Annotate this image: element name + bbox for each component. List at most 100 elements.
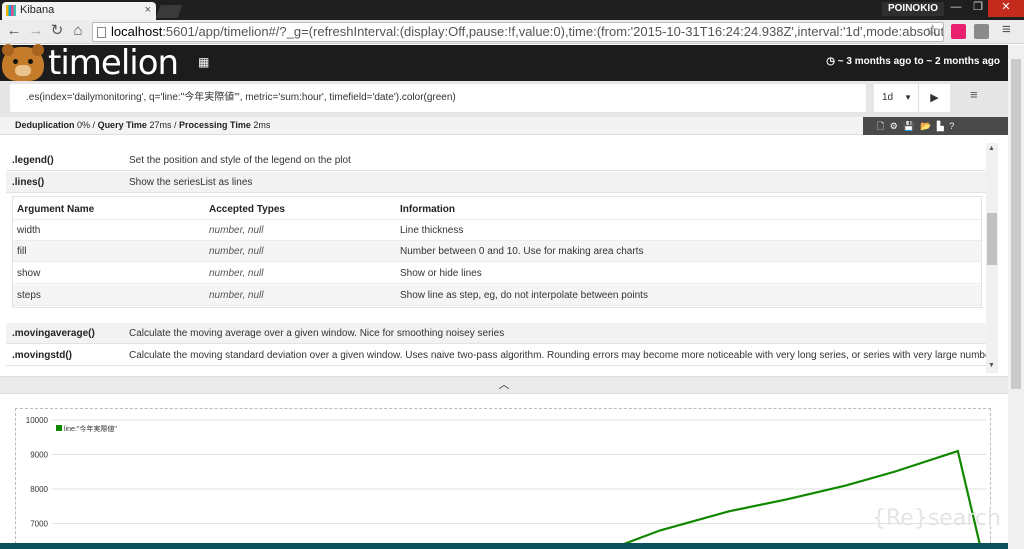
argument-types: number, null — [209, 290, 264, 301]
browser-titlebar: Kibana × POINOKIO — ❐ ✕ — [0, 0, 1024, 20]
expression-input[interactable]: .es(index='dailymonitoring', q='line:"今年… — [10, 84, 866, 112]
table-row: width number, null Line thickness — [13, 220, 981, 241]
kibana-favicon-icon — [6, 5, 16, 16]
extension-stack-icon[interactable] — [974, 24, 989, 39]
help-icon[interactable]: ? — [949, 121, 954, 131]
scroll-up-icon[interactable]: ▲ — [988, 145, 995, 152]
argument-info: Show line as step, eg, do not interpolat… — [400, 290, 648, 301]
y-tick-label: 9000 — [30, 451, 48, 460]
browser-toolbar: ← → ↻ ⌂ localhost:5601/app/timelion#/?_g… — [0, 20, 1024, 44]
function-description: Show the seriesList as lines — [129, 177, 253, 188]
collapse-docs-button[interactable]: ︿ — [0, 376, 1008, 394]
new-sheet-icon[interactable]: 🗋 — [877, 121, 884, 131]
hamburger-menu-icon[interactable]: ≡ — [970, 87, 978, 102]
argument-types: number, null — [209, 246, 264, 257]
function-name: .movingaverage() — [12, 328, 95, 339]
y-tick-label: 10000 — [26, 416, 49, 425]
address-bar[interactable]: localhost:5601/app/timelion#/?_g=(refres… — [92, 22, 944, 42]
url-host: localhost — [111, 24, 163, 39]
interval-value: 1d — [882, 92, 894, 103]
close-window-icon[interactable]: ✕ — [988, 0, 1024, 17]
new-tab-button[interactable] — [155, 5, 183, 18]
docs-scrollbar[interactable]: ▲ ▼ — [986, 143, 998, 373]
timelion-chart: 10000 9000 8000 7000 line:"今年実際値" — [15, 408, 991, 549]
extension-f-icon[interactable] — [951, 24, 966, 39]
series-line — [607, 449, 983, 549]
forward-arrow-icon[interactable]: → — [27, 22, 45, 40]
table-row: fill number, null Number between 0 and 1… — [13, 241, 981, 262]
processing-time-label: Processing Time — [178, 120, 251, 130]
minimize-icon[interactable]: — — [944, 0, 968, 17]
interval-select[interactable]: 1d ▼ — [874, 84, 918, 112]
argument-info: Number between 0 and 10. Use for making … — [400, 246, 644, 257]
home-icon[interactable]: ⌂ — [69, 22, 87, 40]
stats-bar: Deduplication 0% / Query Time 27ms / Pro… — [0, 117, 1008, 135]
taskbar-strip — [0, 543, 1008, 549]
back-arrow-icon[interactable]: ← — [5, 22, 23, 40]
query-time-label: Query Time — [97, 120, 147, 130]
argument-info: Line thickness — [400, 225, 464, 236]
function-description: Calculate the moving standard deviation … — [129, 350, 986, 361]
function-row: .movingaverage() Calculate the moving av… — [6, 323, 986, 344]
legend-swatch — [56, 425, 62, 431]
bear-logo-icon — [2, 44, 44, 81]
processing-time-value: 2ms — [253, 120, 271, 130]
legend-label: line:"今年実際値" — [64, 424, 117, 433]
function-description: Set the position and style of the legend… — [129, 155, 351, 166]
tab-close-icon[interactable]: × — [145, 2, 151, 19]
chevron-up-icon: ︿ — [498, 379, 510, 391]
timelion-header: timelion ▦ ◷ ~ 3 months ago to ~ 2 month… — [0, 43, 1008, 83]
chart-svg: 10000 9000 8000 7000 line:"今年実際値" — [26, 416, 986, 549]
page-scrollbar[interactable] — [1008, 45, 1024, 549]
open-folder-icon[interactable]: 📂 — [920, 121, 931, 131]
y-tick-label: 8000 — [30, 485, 48, 494]
function-row: .legend() Set the position and style of … — [6, 150, 986, 171]
docs-scroll-thumb[interactable] — [987, 213, 997, 265]
save-icon[interactable]: 💾 — [903, 121, 914, 131]
function-name: .lines() — [12, 177, 45, 188]
header-accepted-types: Accepted Types — [209, 204, 285, 215]
bookmark-star-icon[interactable]: ☆ — [926, 21, 939, 39]
profile-button[interactable]: POINOKIO — [882, 2, 944, 16]
dedup-value: 0% — [77, 120, 91, 130]
argument-info: Show or hide lines — [400, 268, 482, 279]
chart-icon[interactable]: ▙ — [937, 121, 944, 131]
argument-name: steps — [17, 290, 41, 301]
time-range-label: ~ 3 months ago to ~ 2 months ago — [837, 56, 1000, 67]
arguments-table: Argument Name Accepted Types Information… — [12, 196, 982, 308]
app-logo: timelion — [48, 43, 179, 83]
caret-down-icon: ▼ — [904, 93, 912, 102]
dedup-label: Deduplication — [15, 120, 75, 130]
arguments-header-row: Argument Name Accepted Types Information — [13, 199, 981, 220]
browser-menu-icon[interactable]: ≡ — [1002, 21, 1011, 38]
url-path: :5601/app/timelion#/?_g=(refreshInterval… — [162, 24, 944, 39]
header-information: Information — [400, 204, 455, 215]
browser-tab[interactable]: Kibana × — [2, 2, 156, 20]
header-argument-name: Argument Name — [17, 204, 95, 215]
argument-name: width — [17, 225, 41, 236]
table-row: steps number, null Show line as step, eg… — [13, 285, 981, 306]
function-row: .movingstd() Calculate the moving standa… — [6, 345, 986, 366]
scroll-down-icon[interactable]: ▼ — [988, 362, 995, 369]
reload-icon[interactable]: ↻ — [48, 22, 66, 40]
apps-grid-icon[interactable]: ▦ — [198, 55, 209, 69]
maximize-icon[interactable]: ❐ — [966, 0, 990, 17]
settings-gear-icon[interactable]: ⚙ — [890, 121, 898, 131]
function-name: .movingstd() — [12, 350, 72, 361]
argument-types: number, null — [209, 225, 264, 236]
function-description: Calculate the moving average over a give… — [129, 328, 505, 339]
page-scroll-thumb[interactable] — [1011, 59, 1021, 389]
query-time-value: 27ms — [149, 120, 172, 130]
y-tick-label: 7000 — [30, 520, 48, 529]
function-row: .lines() Show the seriesList as lines — [6, 172, 986, 193]
function-reference: .legend() Set the position and style of … — [6, 135, 986, 373]
tab-title: Kibana — [20, 4, 55, 16]
argument-name: show — [17, 268, 41, 279]
expression-bar: .es(index='dailymonitoring', q='line:"今年… — [0, 81, 1008, 117]
argument-name: fill — [17, 246, 27, 257]
sheet-toolbar: 🗋 ⚙ 💾 📂 ▙ ? — [863, 117, 1008, 135]
function-name: .legend() — [12, 155, 54, 166]
run-button[interactable]: ▶ — [918, 84, 950, 112]
clock-icon: ◷ — [826, 56, 838, 67]
time-picker[interactable]: ◷ ~ 3 months ago to ~ 2 months ago — [826, 56, 1000, 67]
